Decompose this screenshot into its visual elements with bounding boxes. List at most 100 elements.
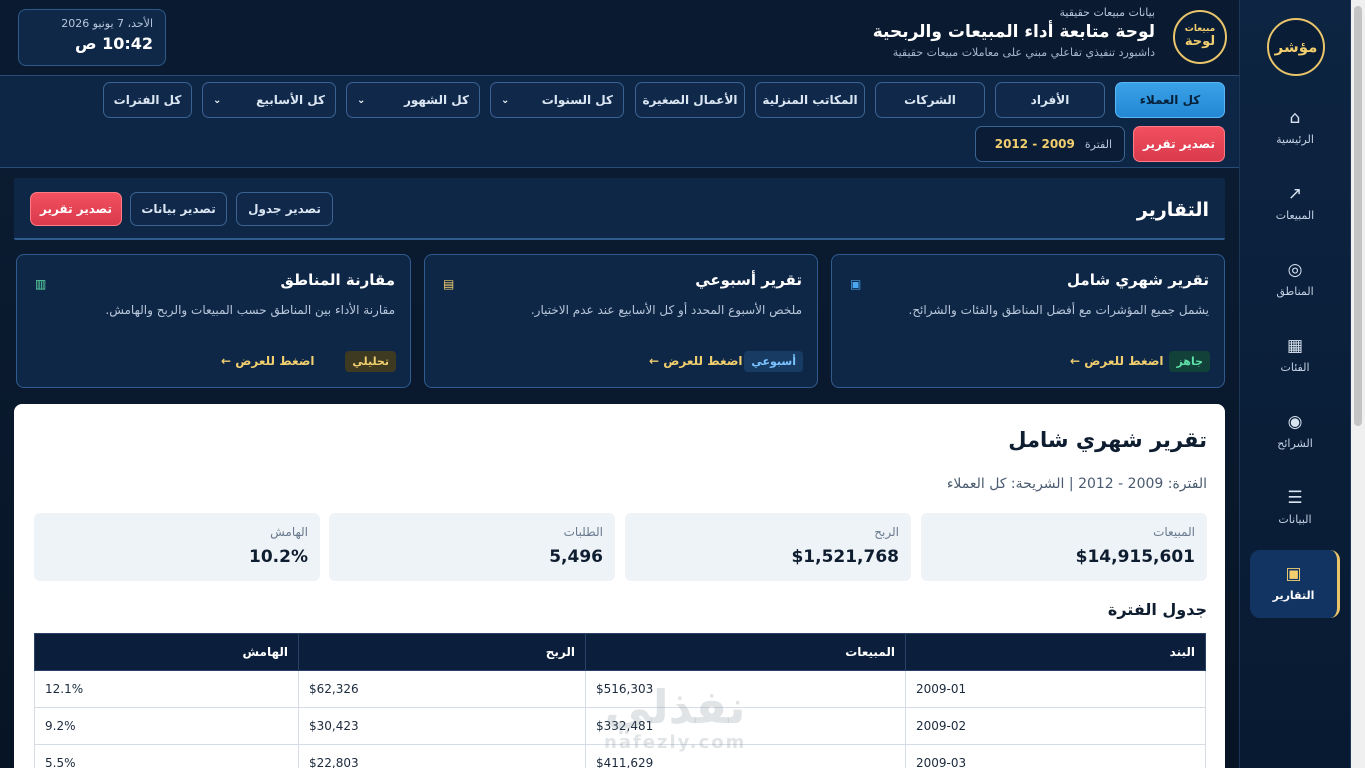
table-cell: 9.2% <box>34 707 299 745</box>
kpi-sales: المبيعات $14,915,601 <box>921 513 1207 581</box>
sidebar-item-label: المبيعات <box>1275 209 1315 222</box>
segment-consumers[interactable]: الأفراد <box>995 82 1105 118</box>
chevron-down-icon: ⌄ <box>357 94 366 106</box>
sidebar-item-data[interactable]: ☰ البيانات <box>1250 474 1340 542</box>
segment-all-customers[interactable]: كل العملاء <box>1115 82 1225 118</box>
table-cell: $516,303 <box>585 670 906 708</box>
sidebar-item-segments[interactable]: ◉ الشرائح <box>1250 398 1340 466</box>
report-icon: ▣ <box>1285 564 1302 584</box>
chevron-down-icon: ⌄ <box>213 94 222 106</box>
sidebar-nav: ⌂ الرئيسية ↗ المبيعات ◎ المناطق ▦ الفئات… <box>1250 94 1340 626</box>
period-value: 2009 - 2012 <box>994 137 1075 151</box>
sidebar-item-label: الرئيسية <box>1276 133 1314 146</box>
sidebar-item-label: البيانات <box>1278 513 1312 526</box>
card-description: ملخص الأسبوع المحدد أو كل الأسابيع عند ع… <box>530 303 802 317</box>
card-open-link[interactable]: اضغط للعرض ← <box>649 354 743 368</box>
kpi-label: الربح <box>874 525 899 539</box>
card-description: مقارنة الأداء بين المناطق حسب المبيعات و… <box>105 303 395 317</box>
table-cell: $62,326 <box>298 670 586 708</box>
sidebar-item-regions[interactable]: ◎ المناطق <box>1250 246 1340 314</box>
week-select[interactable]: كل الأسابيع ⌄ <box>202 82 336 118</box>
sidebar-logo[interactable]: مؤشر <box>1267 18 1325 76</box>
export-data-button[interactable]: تصدير بيانات <box>130 192 227 226</box>
section-title: التقارير <box>1136 199 1209 221</box>
sidebar-item-sales[interactable]: ↗ المبيعات <box>1250 170 1340 238</box>
segment-home-office[interactable]: المكاتب المنزلية <box>755 82 865 118</box>
main-content: مبيعات لوحة بيانات مبيعات حقيقية لوحة مت… <box>0 0 1239 768</box>
period-indicator: الفترة 2009 - 2012 <box>975 126 1125 162</box>
sidebar-item-categories[interactable]: ▦ الفئات <box>1250 322 1340 390</box>
report-preview: تقرير شهري شامل الفترة: 2009 - 2012 | ال… <box>14 404 1225 768</box>
brand-block: بيانات مبيعات حقيقية لوحة متابعة أداء ال… <box>873 6 1155 59</box>
brand-kicker: بيانات مبيعات حقيقية <box>1059 6 1155 19</box>
table-cell: $411,629 <box>585 744 906 768</box>
chevron-down-icon: ⌄ <box>501 94 510 106</box>
column-header[interactable]: البند <box>905 633 1206 671</box>
report-cards: تقرير شهري شامل يشمل جميع المؤشرات مع أف… <box>14 254 1225 388</box>
export-table-button[interactable]: تصدير جدول <box>236 192 333 226</box>
table-cell: 5.5% <box>34 744 299 768</box>
card-title: تقرير أسبوعي <box>695 271 802 289</box>
table-cell: 12.1% <box>34 670 299 708</box>
trend-up-icon: ↗ <box>1287 184 1303 204</box>
table-header-row: البند المبيعات الربح الهامش <box>34 633 1206 671</box>
home-icon: ⌂ <box>1289 108 1301 128</box>
radio-icon: ◉ <box>1287 412 1303 432</box>
sidebar-item-label: الفئات <box>1280 361 1310 374</box>
sidebar-item-label: المناطق <box>1276 285 1314 298</box>
list-icon: ☰ <box>1287 488 1303 508</box>
report-title: تقرير شهري شامل <box>1008 428 1207 452</box>
table-cell: $332,481 <box>585 707 906 745</box>
segment-small-business[interactable]: الأعمال الصغيرة <box>635 82 745 118</box>
table-row: 2009-02 $332,481 $30,423 9.2% <box>34 707 1206 745</box>
column-header[interactable]: الهامش <box>34 633 299 671</box>
card-open-link[interactable]: اضغط للعرض ← <box>221 354 315 368</box>
column-header[interactable]: المبيعات <box>585 633 906 671</box>
export-report-button[interactable]: تصدير تقرير <box>1133 126 1225 162</box>
table-cell: $22,803 <box>298 744 586 768</box>
kpi-profit: الربح $1,521,768 <box>625 513 911 581</box>
reports-header: التقارير تصدير جدول تصدير بيانات تصدير ت… <box>14 178 1225 240</box>
card-open-link[interactable]: اضغط للعرض ← <box>1070 354 1164 368</box>
month-select[interactable]: كل الشهور ⌄ <box>346 82 480 118</box>
kpi-label: الطلبات <box>563 525 603 539</box>
kpi-margin: الهامش 10.2% <box>34 513 320 581</box>
scrollbar-thumb[interactable] <box>1354 6 1362 426</box>
export-report-button-2[interactable]: تصدير تقرير <box>30 192 122 226</box>
month-select-value: كل الشهور <box>403 93 469 107</box>
datetime-box: الأحد، 7 يونيو 2026 10:42 ص <box>18 9 166 66</box>
kpi-value: $1,521,768 <box>791 547 899 567</box>
sidebar-item-home[interactable]: ⌂ الرئيسية <box>1250 94 1340 162</box>
card-weekly-report[interactable]: تقرير أسبوعي ملخص الأسبوع المحدد أو كل ا… <box>424 254 818 388</box>
top-header: مبيعات لوحة بيانات مبيعات حقيقية لوحة مت… <box>0 0 1239 76</box>
page-scrollbar[interactable] <box>1351 0 1365 768</box>
period-table: البند المبيعات الربح الهامش 2009-01 $516… <box>34 633 1206 768</box>
card-region-comparison[interactable]: مقارنة المناطق مقارنة الأداء بين المناطق… <box>16 254 411 388</box>
period-label: الفترة <box>1084 137 1112 151</box>
year-select[interactable]: كل السنوات ⌄ <box>490 82 624 118</box>
card-monthly-report[interactable]: تقرير شهري شامل يشمل جميع المؤشرات مع أف… <box>831 254 1225 388</box>
sidebar-item-reports[interactable]: ▣ التقارير <box>1250 550 1340 618</box>
page-subtitle: داشبورد تنفيذي تفاعلي مبني على معاملات م… <box>892 46 1155 59</box>
column-header[interactable]: الربح <box>298 633 586 671</box>
app-window: مؤشر ⌂ الرئيسية ↗ المبيعات ◎ المناطق ▦ ا… <box>0 0 1365 768</box>
sidebar: مؤشر ⌂ الرئيسية ↗ المبيعات ◎ المناطق ▦ ا… <box>1239 0 1351 768</box>
time-text: 10:42 ص <box>74 34 153 53</box>
page-title: لوحة متابعة أداء المبيعات والربحية <box>872 22 1155 42</box>
card-description: يشمل جميع المؤشرات مع أفضل المناطق والفئ… <box>908 303 1210 317</box>
table-cell: 2009-01 <box>905 670 1206 708</box>
sidebar-item-label: الشرائح <box>1277 437 1313 450</box>
target-icon: ◎ <box>1287 260 1303 280</box>
report-icon: ▣ <box>850 277 862 291</box>
table-cell: 2009-03 <box>905 744 1206 768</box>
date-text: الأحد، 7 يونيو 2026 <box>61 17 153 30</box>
calendar-icon: ▤ <box>443 277 455 291</box>
all-periods-button[interactable]: كل الفترات <box>103 82 192 118</box>
card-title: تقرير شهري شامل <box>1067 271 1209 289</box>
segment-corporate[interactable]: الشركات <box>875 82 985 118</box>
status-badge: تحليلي <box>345 351 396 372</box>
header-badge: مبيعات لوحة <box>1173 10 1227 64</box>
report-subtitle: الفترة: 2009 - 2012 | الشريحة: كل العملا… <box>946 476 1207 492</box>
bar-chart-icon: ▥ <box>35 277 47 291</box>
badge-bottom-text: لوحة <box>1184 33 1216 49</box>
